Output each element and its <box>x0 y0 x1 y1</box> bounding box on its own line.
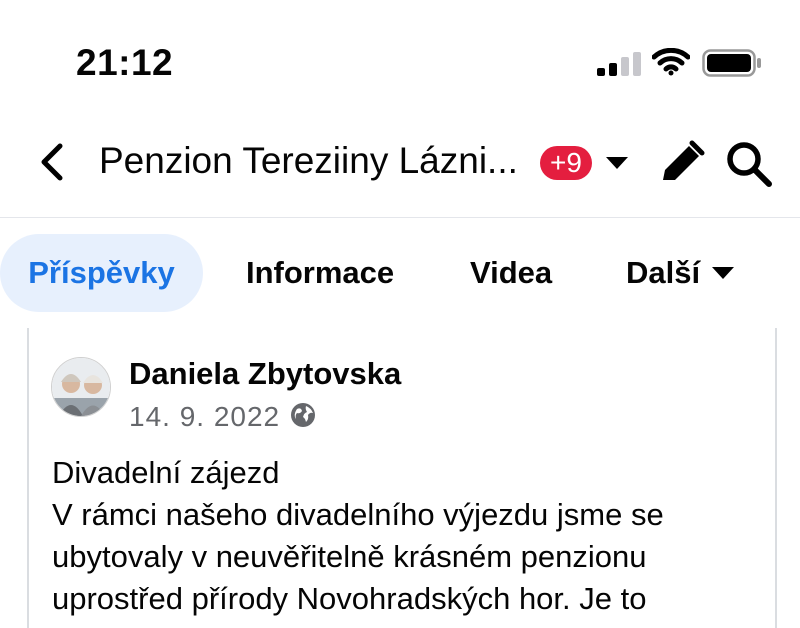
globe-icon <box>291 403 315 427</box>
notification-badge[interactable]: +9 <box>540 146 592 180</box>
chevron-down-icon[interactable] <box>711 266 735 280</box>
tab-videos[interactable]: Videa <box>470 234 552 312</box>
search-icon[interactable] <box>724 139 774 189</box>
status-time: 21:12 <box>76 42 174 83</box>
avatar[interactable] <box>51 357 111 417</box>
back-button[interactable] <box>34 142 70 182</box>
tab-posts[interactable]: Příspěvky <box>0 234 203 312</box>
post-author[interactable]: Daniela Zbytovska <box>129 356 401 392</box>
battery-icon <box>702 49 761 77</box>
tab-more[interactable]: Další <box>626 234 700 312</box>
chevron-down-icon[interactable] <box>604 155 630 171</box>
post-text-line: uprostřed přírody Novohradských hor. Je … <box>52 581 647 616</box>
post-text-line: Divadelní zájezd <box>52 455 280 490</box>
pencil-icon[interactable] <box>659 140 705 184</box>
post-date[interactable]: 14. 9. 2022 · <box>129 401 299 433</box>
post-body: Divadelní zájezd V rámci našeho divadeln… <box>52 452 752 620</box>
tab-info[interactable]: Informace <box>246 234 394 312</box>
cellular-signal-icon <box>597 52 641 76</box>
wifi-icon <box>652 48 690 76</box>
page-title: Penzion Tereziiny Lázni... <box>99 140 518 181</box>
post-text-line: ubytovaly v neuvěřitelně krásném penzion… <box>52 539 647 574</box>
header-divider <box>0 217 800 218</box>
post-text-line: V rámci našeho divadelního výjezdu jsme … <box>52 497 664 532</box>
